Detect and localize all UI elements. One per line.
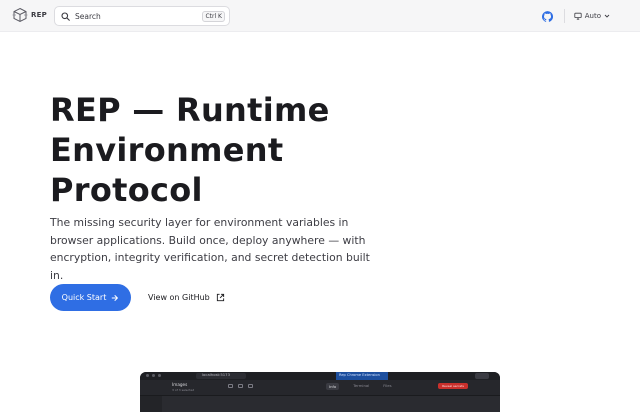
quick-start-label: Quick Start: [61, 293, 107, 302]
github-link-label: View on GitHub: [148, 293, 210, 302]
preview-content: [162, 396, 500, 412]
search-button[interactable]: Search Ctrl K: [54, 6, 230, 26]
quick-start-button[interactable]: Quick Start: [50, 284, 131, 311]
preview-tab: Files: [383, 383, 392, 388]
preview-highlight-tab-label: Rep Chrome Extension: [339, 373, 380, 377]
preview-panel-subtitle: 3 of 3 selected: [172, 388, 195, 392]
logo-text: REP: [31, 11, 47, 19]
preview-sidebar: [140, 396, 162, 412]
preview-url-text: localhost:5173: [202, 372, 230, 377]
theme-switcher[interactable]: Auto: [574, 12, 610, 20]
header-divider: [563, 9, 565, 23]
preview-panel-title: Images: [172, 382, 188, 387]
github-icon[interactable]: [541, 10, 553, 22]
preview-tab: Terminal: [353, 383, 370, 388]
hero-tagline: The missing security layer for environme…: [50, 216, 370, 282]
search-shortcut-badge: Ctrl K: [202, 10, 225, 22]
header-tools: Auto: [541, 8, 610, 24]
search-icon: [61, 11, 70, 21]
search-label: Search: [75, 11, 101, 21]
preview-browser-tab: [475, 373, 489, 379]
top-navigation-bar: REP Search Ctrl K Auto: [0, 0, 640, 32]
monitor-icon: [574, 12, 582, 20]
app-screenshot-preview: localhost:5173 Rep Chrome Extension Imag…: [140, 372, 500, 412]
hero-title: REP — Runtime Environment Protocol: [50, 91, 330, 209]
view-on-github-link[interactable]: View on GitHub: [148, 284, 225, 311]
preview-window-controls: [146, 374, 161, 377]
arrow-right-icon: [112, 294, 119, 301]
preview-tabs: Info Terminal Files: [326, 383, 392, 390]
preview-toolbar-icons: [228, 384, 253, 388]
preview-browser-bar: [140, 372, 500, 380]
site-logo[interactable]: REP: [12, 7, 47, 23]
preview-tab: Info: [326, 383, 340, 390]
external-link-icon: [216, 293, 224, 302]
theme-label: Auto: [584, 12, 601, 20]
cube-logo-icon: [12, 7, 28, 23]
chevron-down-icon: [604, 14, 610, 18]
preview-alert-button: Reveal secrets: [438, 383, 468, 389]
